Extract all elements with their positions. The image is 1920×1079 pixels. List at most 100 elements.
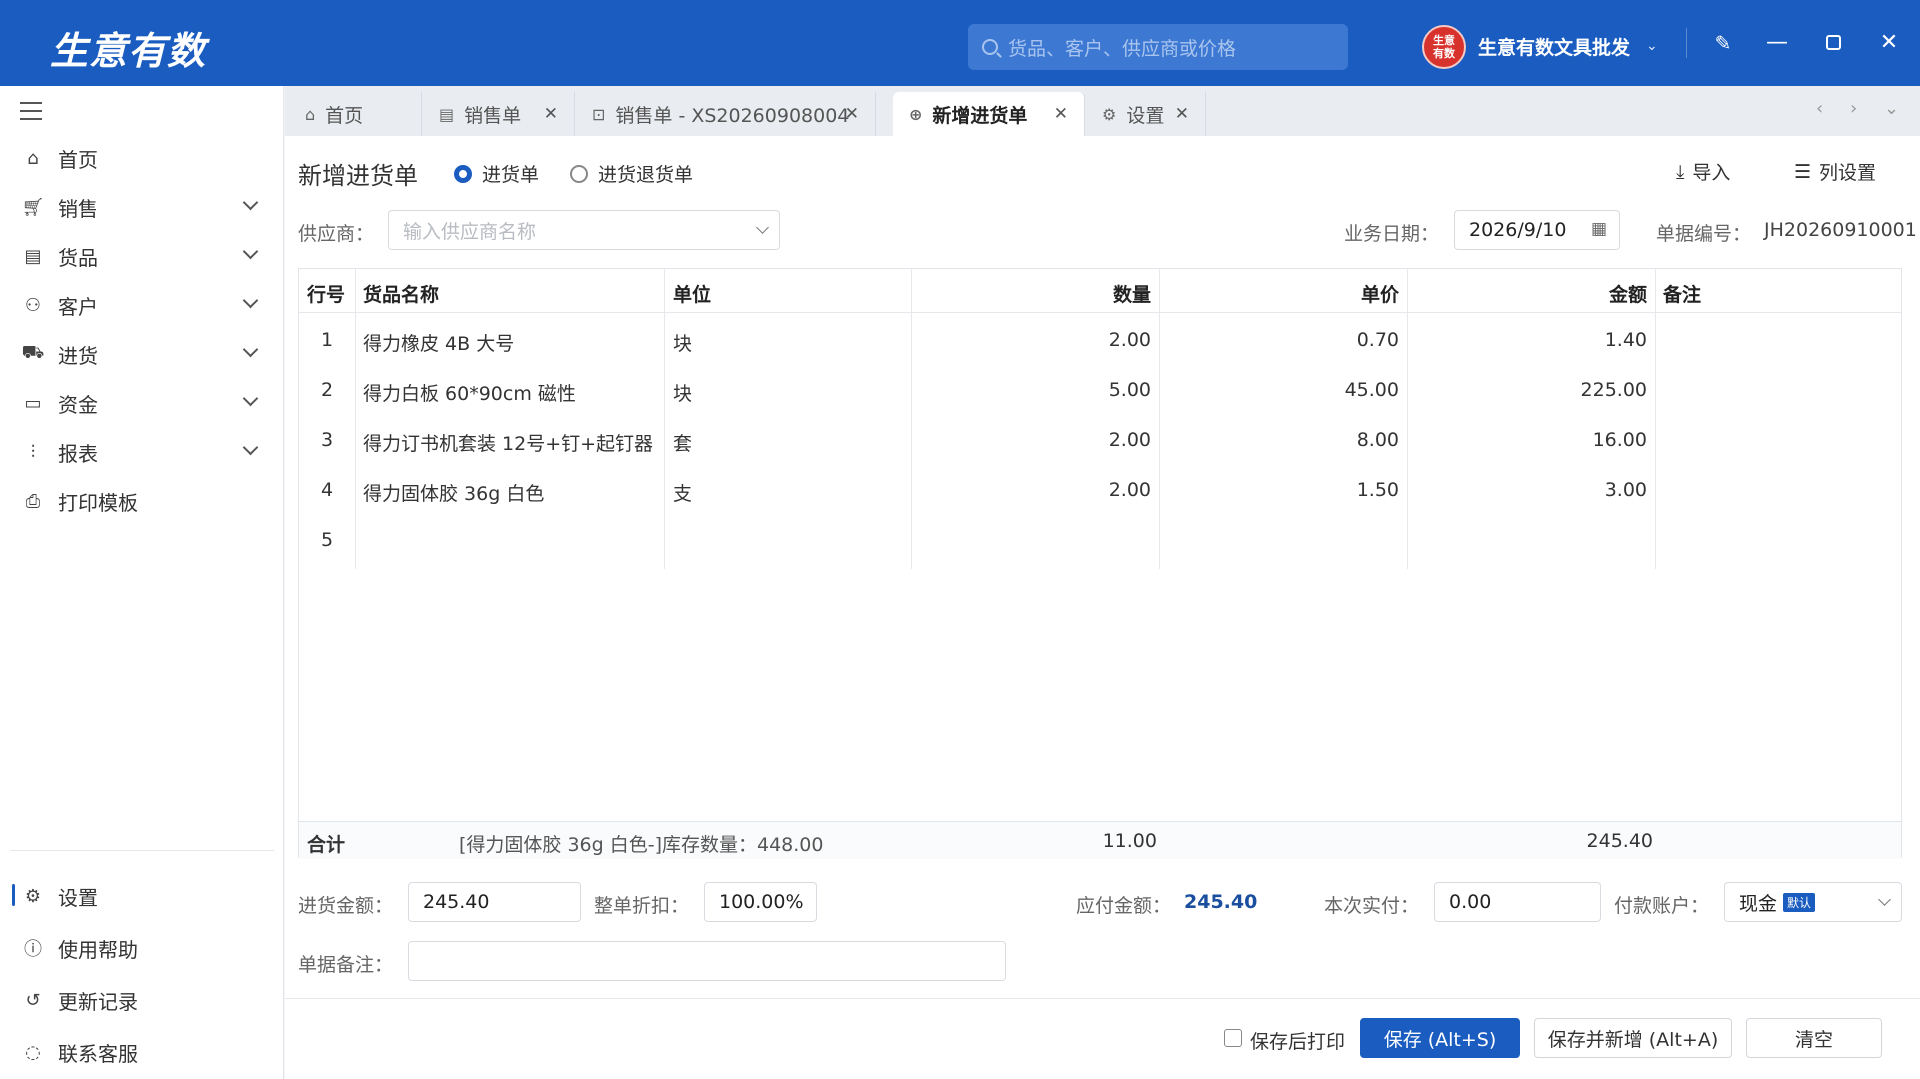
- sidebar-item-label: 设置: [58, 885, 98, 910]
- tab-new-purchase[interactable]: ⊕ 新增进货单 ✕: [893, 92, 1085, 136]
- row-no: 3: [320, 429, 334, 451]
- import-button[interactable]: ⤓ 导入: [1676, 158, 1730, 185]
- sidebar-item-goods[interactable]: ▤ 货品: [0, 234, 284, 278]
- tab-sales-order[interactable]: ▤ 销售单 ✕: [423, 92, 575, 136]
- theme-brush-icon[interactable]: ✎: [1708, 28, 1738, 58]
- chevron-down-icon[interactable]: ⌄: [1646, 38, 1658, 54]
- price-cell[interactable]: 8.00: [1167, 429, 1399, 451]
- amount-cell[interactable]: 1.40: [1415, 329, 1647, 351]
- sidebar-item-support[interactable]: ◌ 联系客服: [0, 1030, 284, 1074]
- clear-button[interactable]: 清空: [1746, 1018, 1882, 1058]
- qty-cell[interactable]: 5.00: [919, 379, 1151, 401]
- sidebar-item-home[interactable]: ⌂ 首页: [0, 136, 284, 180]
- global-search-input[interactable]: 货品、客户、供应商或价格: [968, 24, 1348, 70]
- shop-avatar[interactable]: 生意 有数: [1422, 25, 1466, 69]
- amount-cell[interactable]: 3.00: [1415, 479, 1647, 501]
- unit-cell[interactable]: 块: [673, 379, 692, 406]
- tab-list-chevron-icon[interactable]: ⌄: [1884, 98, 1899, 119]
- sidebar-item-reports[interactable]: ⫶ 报表: [0, 430, 284, 474]
- price-cell[interactable]: 0.70: [1167, 329, 1399, 351]
- sidebar-item-funds[interactable]: ▭ 资金: [0, 381, 284, 425]
- goods-name-cell[interactable]: 得力白板 60*90cm 磁性: [363, 379, 576, 406]
- header-qty: 数量: [1112, 284, 1151, 306]
- home-icon: ⌂: [27, 147, 39, 169]
- paid-label: 本次实付：: [1324, 895, 1420, 917]
- sidebar-item-label: 联系客服: [58, 1041, 138, 1066]
- sidebar-item-sales[interactable]: 🛒︎ 销售: [0, 185, 284, 229]
- price-cell[interactable]: 45.00: [1167, 379, 1399, 401]
- chart-icon: ⫶: [30, 441, 36, 463]
- print-after-save-checkbox[interactable]: [1224, 1029, 1242, 1047]
- close-icon[interactable]: ✕: [845, 104, 859, 124]
- tab-sales-order-detail[interactable]: ⊡ 销售单 - XS20260908004 ✕: [576, 92, 876, 136]
- divider: [1686, 28, 1687, 58]
- supplier-input[interactable]: 输入供应商名称: [388, 210, 780, 250]
- maximize-icon[interactable]: [1818, 28, 1848, 58]
- truck-icon: ⛟: [21, 342, 45, 363]
- radio-purchase[interactable]: 进货单: [454, 160, 539, 187]
- qty-cell[interactable]: 2.00: [919, 329, 1151, 351]
- save-button[interactable]: 保存 (Alt+S): [1360, 1018, 1520, 1058]
- import-label: 导入: [1692, 162, 1731, 184]
- close-icon[interactable]: ✕: [544, 104, 558, 124]
- column-divider: [911, 269, 912, 569]
- minimize-icon[interactable]: —: [1762, 28, 1792, 58]
- qty-cell[interactable]: 2.00: [919, 429, 1151, 451]
- columns-icon: ☰: [1794, 160, 1812, 183]
- goods-name-cell[interactable]: 得力橡皮 4B 大号: [363, 329, 514, 356]
- account-value: 现金: [1739, 892, 1778, 915]
- tab-scroll-left-icon[interactable]: ‹: [1816, 98, 1823, 119]
- tab-home[interactable]: ⌂ 首页: [289, 92, 422, 136]
- save-and-new-button[interactable]: 保存并新增 (Alt+A): [1534, 1018, 1732, 1058]
- close-window-icon[interactable]: ✕: [1874, 28, 1904, 58]
- shop-name[interactable]: 生意有数文具批发: [1478, 33, 1630, 60]
- sidebar-item-print-templates[interactable]: ⎙ 打印模板: [0, 479, 284, 523]
- sidebar-item-changelog[interactable]: ↺ 更新记录: [0, 978, 284, 1022]
- sidebar-item-settings[interactable]: ⚙ 设置: [0, 874, 284, 918]
- goods-name-cell[interactable]: 得力固体胶 36g 白色: [363, 479, 544, 506]
- sidebar-item-purchase[interactable]: ⛟ 进货: [0, 332, 284, 376]
- divider: [10, 850, 274, 851]
- chevron-down-icon: [242, 194, 259, 211]
- sidebar-item-label: 使用帮助: [58, 937, 138, 962]
- sidebar-item-help[interactable]: ⓘ 使用帮助: [0, 926, 284, 970]
- discount-input[interactable]: 100.00%: [704, 882, 817, 922]
- menu-toggle-icon[interactable]: [20, 102, 42, 126]
- history-icon: ↺: [25, 989, 41, 1011]
- radio-unselected-icon: [570, 164, 588, 183]
- goods-name-cell[interactable]: 得力订书机套装 12号+钉+起钉器: [363, 429, 653, 456]
- unit-cell[interactable]: 套: [673, 429, 692, 456]
- paid-input[interactable]: 0.00: [1434, 882, 1601, 922]
- remark-input[interactable]: [408, 941, 1006, 981]
- amount-cell[interactable]: 225.00: [1415, 379, 1647, 401]
- sidebar-item-label: 资金: [58, 392, 98, 417]
- radio-purchase-return[interactable]: 进货退货单: [570, 160, 693, 187]
- goods-icon: ▤: [24, 245, 42, 267]
- date-input[interactable]: 2026/9/10 ▦: [1454, 210, 1620, 250]
- close-icon[interactable]: ✕: [1175, 104, 1189, 124]
- radio-label: 进货单: [482, 164, 540, 186]
- price-cell[interactable]: 1.50: [1167, 479, 1399, 501]
- tab-settings[interactable]: ⚙ 设置 ✕: [1086, 92, 1206, 136]
- amount-cell[interactable]: 16.00: [1415, 429, 1647, 451]
- account-label: 付款账户：: [1614, 895, 1710, 917]
- help-icon: ⓘ: [24, 939, 42, 960]
- download-icon: ⤓: [1676, 160, 1685, 183]
- purchase-amount-input[interactable]: 245.40: [408, 882, 581, 922]
- sidebar-item-customers[interactable]: ⚇ 客户: [0, 283, 284, 327]
- account-select[interactable]: 现金 默认: [1724, 882, 1902, 922]
- document-icon: ▤: [439, 104, 455, 124]
- tab-scroll-right-icon[interactable]: ›: [1850, 98, 1857, 119]
- total-amount: 245.40: [1586, 830, 1653, 852]
- qty-cell[interactable]: 2.00: [919, 479, 1151, 501]
- row-no: 4: [320, 479, 334, 501]
- chevron-down-icon: [242, 243, 259, 260]
- column-settings-button[interactable]: ☰ 列设置: [1794, 158, 1876, 185]
- docno-label: 单据编号：: [1656, 223, 1752, 245]
- unit-cell[interactable]: 支: [673, 479, 692, 506]
- total-label: 合计: [307, 834, 346, 856]
- docno-value: JH20260910001: [1764, 219, 1917, 241]
- close-icon[interactable]: ✕: [1054, 104, 1068, 124]
- purchase-items-table: 行号 货品名称 单位 数量 单价 金额 备注 1 得力橡皮 4B 大号 块 2.…: [298, 268, 1902, 859]
- unit-cell[interactable]: 块: [673, 329, 692, 356]
